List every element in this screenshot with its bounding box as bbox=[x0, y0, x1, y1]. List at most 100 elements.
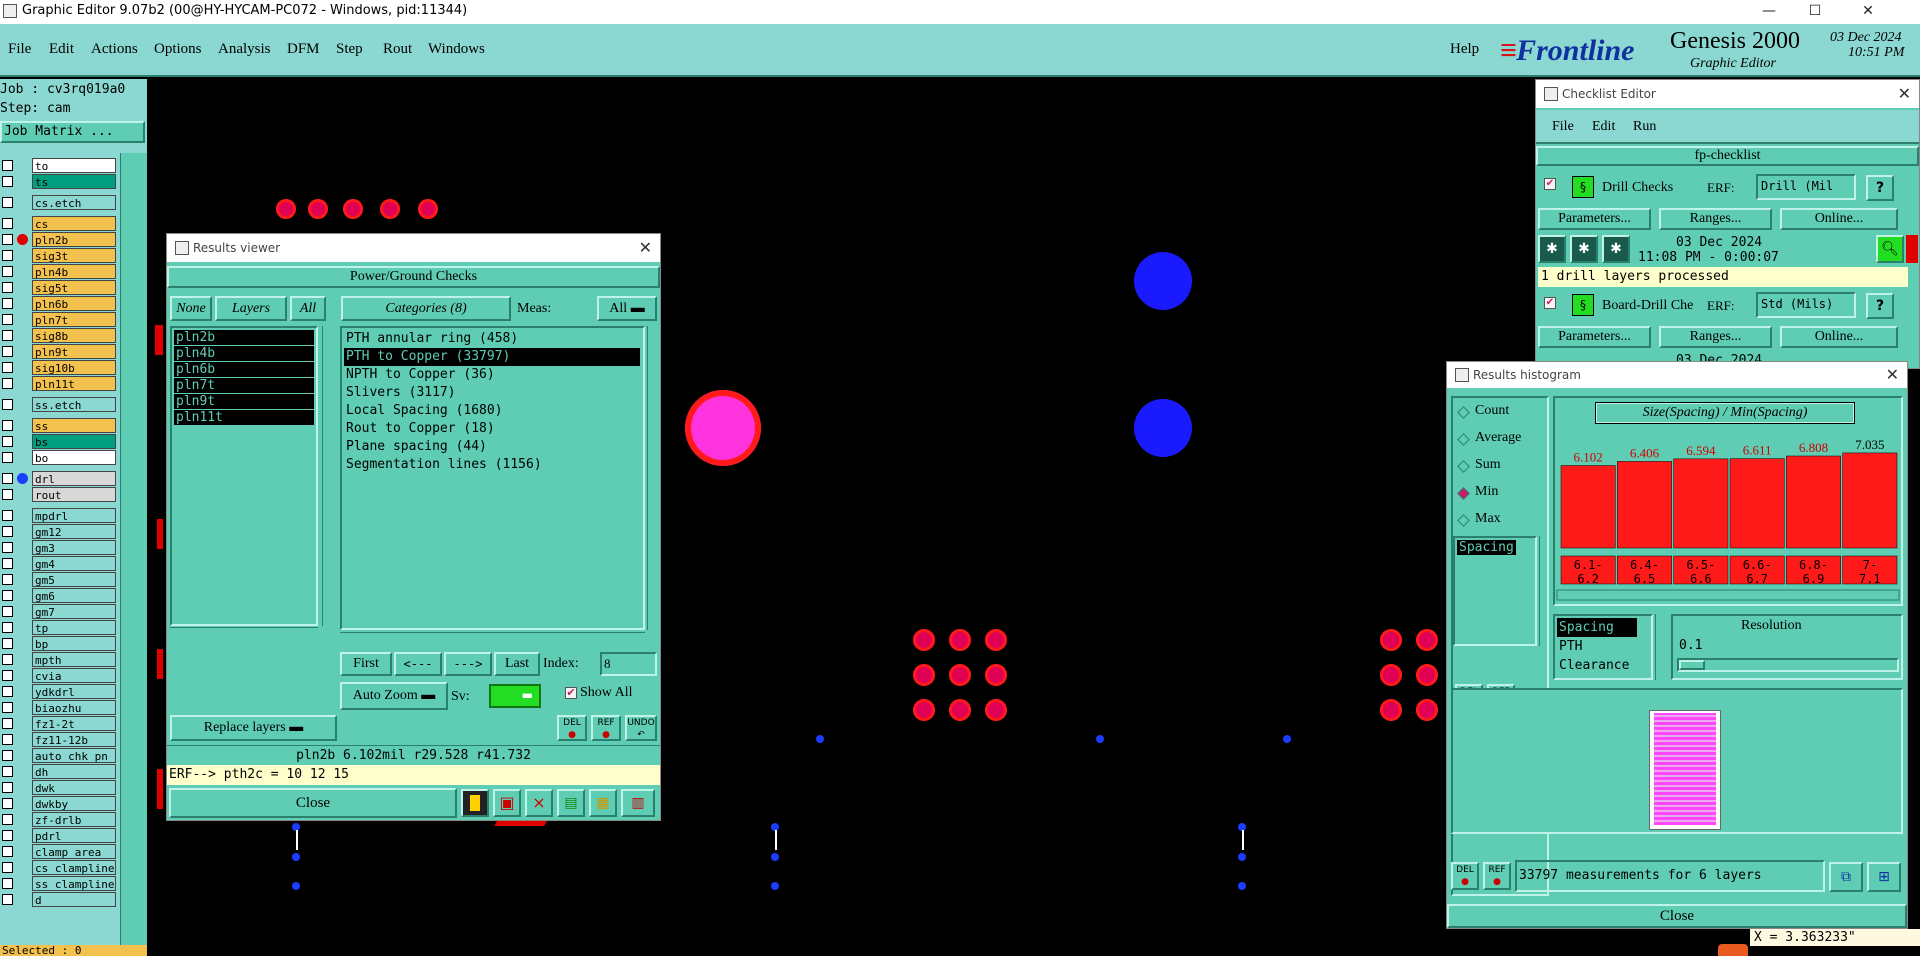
layer-checkbox[interactable] bbox=[2, 654, 13, 665]
layer-row[interactable]: pln11t bbox=[0, 376, 118, 391]
layer-checkbox[interactable] bbox=[2, 473, 13, 484]
layer-checkbox[interactable] bbox=[2, 590, 13, 601]
histogram-bar[interactable] bbox=[1842, 452, 1898, 549]
zoom-fit-icon[interactable]: ⊞ bbox=[1867, 862, 1901, 892]
layer-checkbox[interactable] bbox=[2, 452, 13, 463]
layer-row[interactable]: bo bbox=[0, 450, 118, 465]
layer-row[interactable]: dh bbox=[0, 764, 118, 779]
del-button[interactable]: DEL ● bbox=[557, 715, 587, 741]
layer-row[interactable]: ts bbox=[0, 174, 118, 189]
layer-name[interactable]: pln4b bbox=[32, 264, 116, 279]
histogram-bar[interactable] bbox=[1729, 458, 1785, 549]
mark-result-icon[interactable]: ▣ bbox=[493, 789, 521, 817]
auto-zoom-select[interactable]: Auto Zoom ▬ bbox=[340, 682, 448, 710]
layer-checkbox[interactable] bbox=[2, 314, 13, 325]
none-button[interactable]: None bbox=[170, 296, 212, 321]
layer-name[interactable]: dwk bbox=[32, 780, 116, 795]
layer-row[interactable]: pln7t bbox=[0, 312, 118, 327]
layer-checkbox[interactable] bbox=[2, 250, 13, 261]
board-erf-input[interactable]: Std (Mils) bbox=[1756, 292, 1856, 318]
layer-checkbox[interactable] bbox=[2, 798, 13, 809]
summary-ref-button[interactable]: REF ● bbox=[1483, 862, 1511, 890]
category-item[interactable]: Slivers (3117) bbox=[344, 384, 640, 402]
histogram-close-button[interactable]: Close bbox=[1447, 904, 1907, 928]
layer-name[interactable]: cvia bbox=[32, 668, 116, 683]
zoom-window-icon[interactable]: ⧉ bbox=[1829, 862, 1863, 892]
layer-name[interactable]: rout bbox=[32, 487, 116, 502]
run-action-icon[interactable]: ✱ bbox=[1538, 235, 1566, 263]
attr-list-scrollbar[interactable] bbox=[1539, 536, 1549, 646]
layer-row[interactable]: pln9t bbox=[0, 344, 118, 359]
layer-row[interactable]: zf-drlb bbox=[0, 812, 118, 827]
resolution-slider-thumb[interactable] bbox=[1679, 660, 1705, 670]
layer-checkbox[interactable] bbox=[2, 670, 13, 681]
layer-list-scrollbar[interactable] bbox=[322, 326, 336, 626]
result-layer-item[interactable]: pln2b bbox=[174, 330, 314, 345]
drill-help-button[interactable]: ? bbox=[1866, 175, 1894, 201]
job-matrix-button[interactable]: Job Matrix ... bbox=[0, 121, 145, 143]
layer-name[interactable]: gm4 bbox=[32, 556, 116, 571]
category-item[interactable]: Segmentation lines (1156) bbox=[344, 456, 640, 474]
layer-checkbox[interactable] bbox=[2, 830, 13, 841]
layer-row[interactable]: pln2b bbox=[0, 232, 118, 247]
layer-row[interactable]: gm7 bbox=[0, 604, 118, 619]
notes-icon[interactable]: ▦ bbox=[589, 789, 617, 817]
maximize-button[interactable]: ☐ bbox=[1792, 0, 1838, 24]
menu-step[interactable]: Step bbox=[336, 41, 363, 58]
layer-checkbox[interactable] bbox=[2, 782, 13, 793]
layer-row[interactable]: pdrl bbox=[0, 828, 118, 843]
layer-name[interactable]: bs bbox=[32, 434, 116, 449]
last-button[interactable]: Last bbox=[494, 652, 540, 676]
layer-checkbox[interactable] bbox=[2, 558, 13, 569]
menu-actions[interactable]: Actions bbox=[91, 41, 138, 58]
layer-name[interactable]: ydkdrl bbox=[32, 684, 116, 699]
layer-name[interactable]: auto_chk_pn bbox=[32, 748, 116, 763]
layer-name[interactable]: sig3t bbox=[32, 248, 116, 263]
layer-row[interactable]: cvia bbox=[0, 668, 118, 683]
layer-checkbox[interactable] bbox=[2, 420, 13, 431]
layer-name[interactable]: pln11t bbox=[32, 376, 116, 391]
layer-row[interactable]: gm3 bbox=[0, 540, 118, 555]
layer-name[interactable]: sig5t bbox=[32, 280, 116, 295]
layer-row[interactable]: pln4b bbox=[0, 264, 118, 279]
layer-checkbox[interactable] bbox=[2, 766, 13, 777]
layer-row[interactable]: fz1-2t bbox=[0, 716, 118, 731]
layer-name[interactable]: gm7 bbox=[32, 604, 116, 619]
category-item[interactable]: Rout to Copper (18) bbox=[344, 420, 640, 438]
layer-row[interactable]: bs bbox=[0, 434, 118, 449]
all-button[interactable]: All bbox=[290, 296, 326, 321]
drill-checks-icon[interactable]: § bbox=[1572, 176, 1594, 198]
drill-checks-checkbox[interactable]: ✔ bbox=[1544, 178, 1556, 190]
result-layer-item[interactable]: pln7t bbox=[174, 378, 314, 393]
layer-report-icon[interactable]: ▤ bbox=[557, 789, 585, 817]
layer-row[interactable]: ss.etch bbox=[0, 397, 118, 412]
menu-options[interactable]: Options bbox=[154, 41, 202, 58]
layer-row[interactable]: dwkby bbox=[0, 796, 118, 811]
layer-name[interactable]: clamp_area bbox=[32, 844, 116, 859]
menu-edit[interactable]: Edit bbox=[49, 41, 74, 58]
layer-row[interactable]: cs.etch bbox=[0, 195, 118, 210]
board-drill-checkbox[interactable]: ✔ bbox=[1544, 297, 1556, 309]
layer-row[interactable]: ss_clampline bbox=[0, 876, 118, 891]
layer-checkbox[interactable] bbox=[2, 266, 13, 277]
sv-color-select[interactable]: ▬ bbox=[489, 684, 541, 708]
layer-name[interactable]: bo bbox=[32, 450, 116, 465]
ref-button[interactable]: REF ● bbox=[591, 715, 621, 741]
result-layer-item[interactable]: pln6b bbox=[174, 362, 314, 377]
layer-checkbox[interactable] bbox=[2, 399, 13, 410]
layer-checkbox[interactable] bbox=[2, 734, 13, 745]
histogram-field-item[interactable]: PTH bbox=[1557, 637, 1647, 656]
result-layer-item[interactable]: pln4b bbox=[174, 346, 314, 361]
histogram-field-item[interactable]: Clearance bbox=[1557, 656, 1647, 675]
layer-name[interactable]: mpth bbox=[32, 652, 116, 667]
layer-name[interactable]: fz11-12b bbox=[32, 732, 116, 747]
layer-name[interactable]: cs_clampline bbox=[32, 860, 116, 875]
layer-checkbox[interactable] bbox=[2, 298, 13, 309]
layer-name[interactable]: bp bbox=[32, 636, 116, 651]
histogram-bar[interactable] bbox=[1786, 455, 1841, 549]
layer-checkbox[interactable] bbox=[2, 846, 13, 857]
layer-row[interactable]: tp bbox=[0, 620, 118, 635]
layer-name[interactable]: to bbox=[32, 158, 116, 173]
layer-checkbox[interactable] bbox=[2, 542, 13, 553]
layer-name[interactable]: pln2b bbox=[32, 232, 116, 247]
